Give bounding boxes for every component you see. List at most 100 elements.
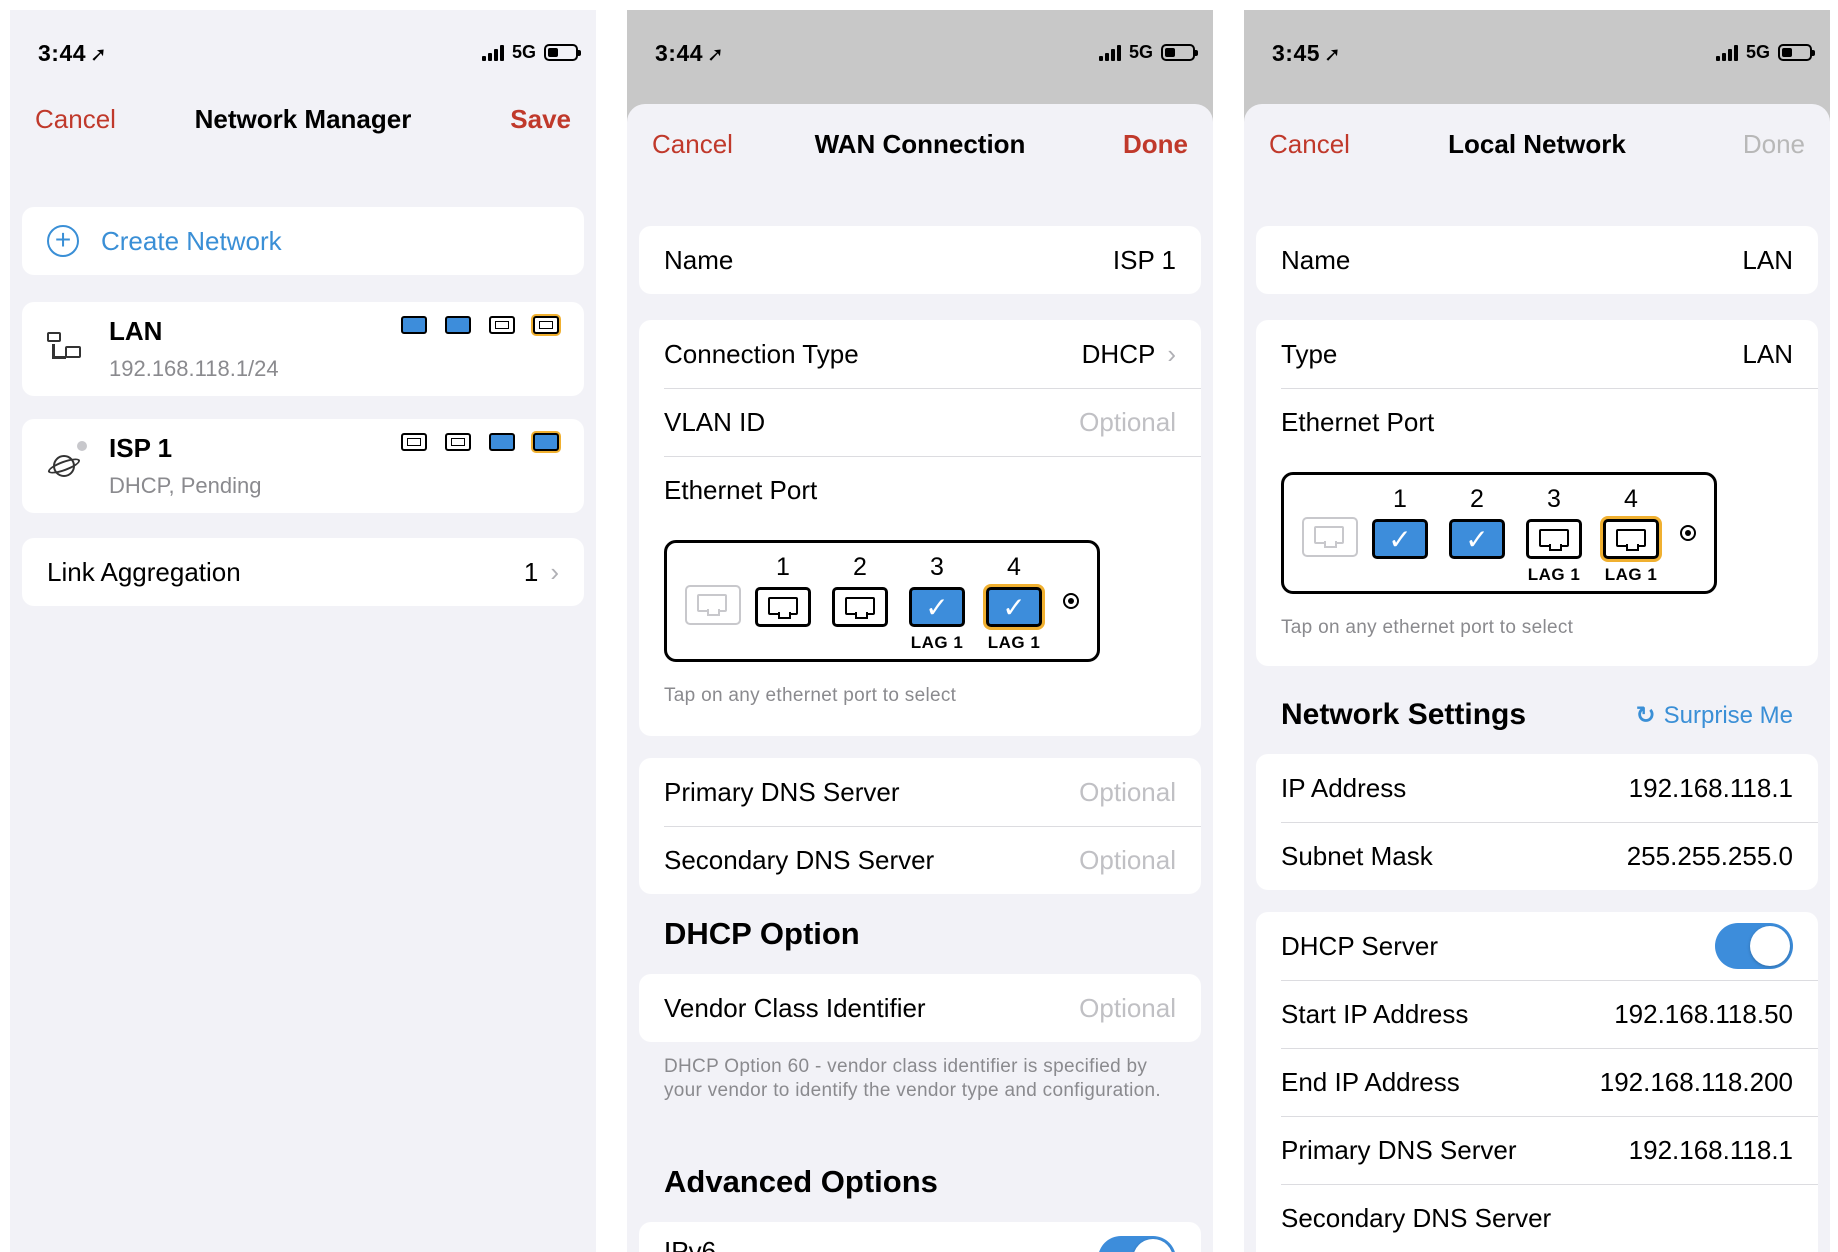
ethernet-port-label: Ethernet Port: [664, 474, 818, 505]
ethernet-port-1[interactable]: [755, 587, 811, 627]
port-number: 3: [930, 553, 944, 581]
start-ip-row[interactable]: Start IP Address 192.168.118.50: [1256, 980, 1818, 1048]
end-ip-field[interactable]: 192.168.118.200: [1600, 1067, 1793, 1098]
status-indicators: 5G: [1715, 42, 1815, 63]
network-settings-heading: Network Settings: [1281, 698, 1527, 731]
port-number: 1: [1393, 485, 1407, 513]
type-card: Type LAN Ethernet Port 1 2 3 4 ✓ ✓ LAG 1…: [1256, 320, 1818, 666]
location-arrow-icon: ➚: [1324, 44, 1342, 66]
end-ip-row[interactable]: End IP Address 192.168.118.200: [1256, 1048, 1818, 1116]
ethernet-port-2[interactable]: ✓: [1449, 519, 1505, 559]
network-item-isp1[interactable]: ISP 1 DHCP, Pending: [22, 419, 584, 513]
subnet-mask-row[interactable]: Subnet Mask 255.255.255.0: [1256, 822, 1818, 890]
dhcp-server-row: DHCP Server: [1256, 912, 1818, 980]
name-card: Name LAN: [1256, 226, 1818, 294]
type-row[interactable]: Type LAN: [1256, 320, 1818, 388]
port-number: 2: [853, 553, 867, 581]
port-indicator: [401, 433, 427, 451]
chevron-right-icon: ›: [550, 556, 559, 587]
status-time: 3:44 ➚: [655, 40, 725, 66]
name-row[interactable]: Name LAN: [1256, 226, 1818, 294]
secondary-dns-label: Secondary DNS Server: [664, 844, 935, 875]
secondary-dns-row[interactable]: Secondary DNS Server Optional: [639, 826, 1201, 894]
name-field[interactable]: LAN: [1742, 245, 1793, 276]
modal-sheet: Cancel WAN Connection Done Name ISP 1 Co…: [627, 104, 1213, 1252]
port-indicator: [489, 316, 515, 334]
primary-dns-label: Primary DNS Server: [1281, 1134, 1517, 1165]
nav-bar: Cancel Local Network Done: [1244, 129, 1830, 169]
vlan-label: VLAN ID: [664, 406, 766, 437]
battery-icon: [1161, 44, 1198, 61]
lag-label: LAG 1: [1527, 565, 1581, 584]
link-aggregation-row[interactable]: Link Aggregation 1 ›: [22, 538, 584, 606]
start-ip-field[interactable]: 192.168.118.50: [1614, 999, 1793, 1030]
network-item-lan[interactable]: LAN 192.168.118.1/24: [22, 302, 584, 396]
start-ip-label: Start IP Address: [1281, 998, 1469, 1029]
status-bar: 3:44 ➚ 5G: [627, 10, 1213, 100]
primary-dns-input[interactable]: Optional: [1079, 777, 1176, 808]
done-button[interactable]: Done: [1743, 129, 1805, 160]
secondary-dns-input[interactable]: Optional: [1079, 845, 1176, 876]
save-button[interactable]: Save: [510, 104, 571, 135]
connection-type-value: DHCP: [1081, 338, 1156, 369]
reset-button-icon: [1063, 593, 1079, 609]
ethernet-port-2[interactable]: [832, 587, 888, 627]
secondary-dns-label: Secondary DNS Server: [1281, 1202, 1552, 1233]
done-button[interactable]: Done: [1123, 129, 1188, 160]
surprise-me-button[interactable]: ↻ Surprise Me: [1636, 701, 1793, 730]
status-time: 3:44 ➚: [38, 40, 108, 66]
port-indicator: [445, 433, 471, 451]
wan-port-icon: [1302, 517, 1358, 557]
ethernet-port-1[interactable]: ✓: [1372, 519, 1428, 559]
vendor-class-input[interactable]: Optional: [1079, 993, 1176, 1024]
ipv6-row: IPv6: [639, 1222, 1201, 1252]
planet-icon: [46, 441, 87, 485]
nav-bar: Cancel Network Manager Save: [10, 104, 596, 144]
name-label: Name: [1281, 244, 1351, 275]
network-manager-screen: 3:44 ➚ 5G Cancel Network Manager Save + C…: [10, 10, 596, 1252]
create-network-button[interactable]: + Create Network: [22, 207, 584, 275]
dns-card: Primary DNS Server Optional Secondary DN…: [639, 758, 1201, 894]
location-arrow-icon: ➚: [707, 44, 725, 66]
vendor-class-row[interactable]: Vendor Class Identifier Optional: [639, 974, 1201, 1042]
port-indicator: [401, 316, 427, 334]
vlan-row[interactable]: VLAN ID Optional: [639, 388, 1201, 456]
primary-dns-field[interactable]: 192.168.118.1: [1629, 1135, 1793, 1166]
port-number: 4: [1624, 485, 1638, 513]
lag-label: LAG 1: [910, 633, 964, 652]
isp-name: ISP 1: [109, 433, 173, 463]
vendor-class-hint: DHCP Option 60 - vendor class identifier…: [664, 1056, 1161, 1101]
connection-type-label: Connection Type: [664, 338, 859, 369]
ethernet-port-3[interactable]: ✓: [909, 587, 965, 627]
port-indicator: [533, 316, 559, 334]
name-field[interactable]: ISP 1: [1113, 245, 1176, 276]
checkmark-icon: ✓: [1388, 524, 1412, 555]
primary-dns-label: Primary DNS Server: [664, 776, 900, 807]
type-value: LAN: [1742, 338, 1793, 369]
connection-type-row[interactable]: Connection Type DHCP ›: [639, 320, 1201, 388]
dhcp-server-toggle[interactable]: [1715, 923, 1793, 969]
lag-label: LAG 1: [987, 633, 1041, 652]
signal-icon: [1098, 44, 1121, 61]
name-row[interactable]: Name ISP 1: [639, 226, 1201, 294]
page-title: Network Manager: [194, 104, 412, 134]
primary-dns-row[interactable]: Primary DNS Server 192.168.118.1: [1256, 1116, 1818, 1184]
primary-dns-row[interactable]: Primary DNS Server Optional: [639, 758, 1201, 826]
ip-address-field[interactable]: 192.168.118.1: [1629, 773, 1793, 804]
vlan-input[interactable]: Optional: [1079, 407, 1176, 438]
lan-network-icon: [47, 332, 81, 366]
ip-card: IP Address 192.168.118.1 Subnet Mask 255…: [1256, 754, 1818, 890]
ethernet-port-4[interactable]: ✓: [986, 587, 1042, 627]
ethernet-port-4[interactable]: [1603, 519, 1659, 559]
network-type: 5G: [1745, 42, 1770, 62]
dhcp-card: DHCP Server Start IP Address 192.168.118…: [1256, 912, 1818, 1252]
subnet-mask-field[interactable]: 255.255.255.0: [1627, 841, 1793, 872]
secondary-dns-row[interactable]: Secondary DNS Server: [1256, 1184, 1818, 1252]
surprise-me-label: Surprise Me: [1663, 701, 1793, 729]
ip-address-row[interactable]: IP Address 192.168.118.1: [1256, 754, 1818, 822]
port-number: 2: [1470, 485, 1484, 513]
port-indicator: [445, 316, 471, 334]
ipv6-toggle[interactable]: [1098, 1236, 1176, 1252]
ethernet-port-3[interactable]: [1526, 519, 1582, 559]
chevron-right-icon: ›: [1167, 338, 1176, 369]
